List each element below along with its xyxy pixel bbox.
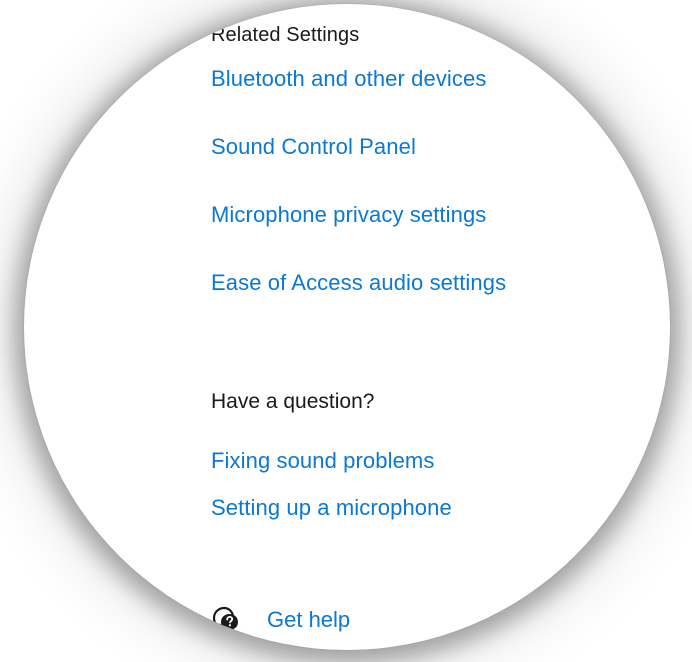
settings-panel: Related Settings Bluetooth and other dev… <box>211 4 670 650</box>
get-help-row[interactable]: Get help <box>211 604 350 636</box>
chat-question-icon <box>212 606 238 633</box>
get-help-label: Get help <box>267 607 351 632</box>
microphone-privacy-link[interactable]: Microphone privacy settings <box>211 202 486 228</box>
have-a-question-heading: Have a question? <box>211 390 375 413</box>
fixing-sound-problems-link[interactable]: Fixing sound problems <box>211 448 434 474</box>
magnifier-lens: Related Settings Bluetooth and other dev… <box>24 4 670 650</box>
bluetooth-devices-link[interactable]: Bluetooth and other devices <box>211 66 486 92</box>
ease-of-access-audio-link[interactable]: Ease of Access audio settings <box>211 270 506 296</box>
setting-up-microphone-link[interactable]: Setting up a microphone <box>211 495 452 521</box>
screen: Related Settings Bluetooth and other dev… <box>0 0 692 662</box>
sound-control-panel-link[interactable]: Sound Control Panel <box>211 134 416 160</box>
related-settings-heading: Related Settings <box>211 24 360 46</box>
